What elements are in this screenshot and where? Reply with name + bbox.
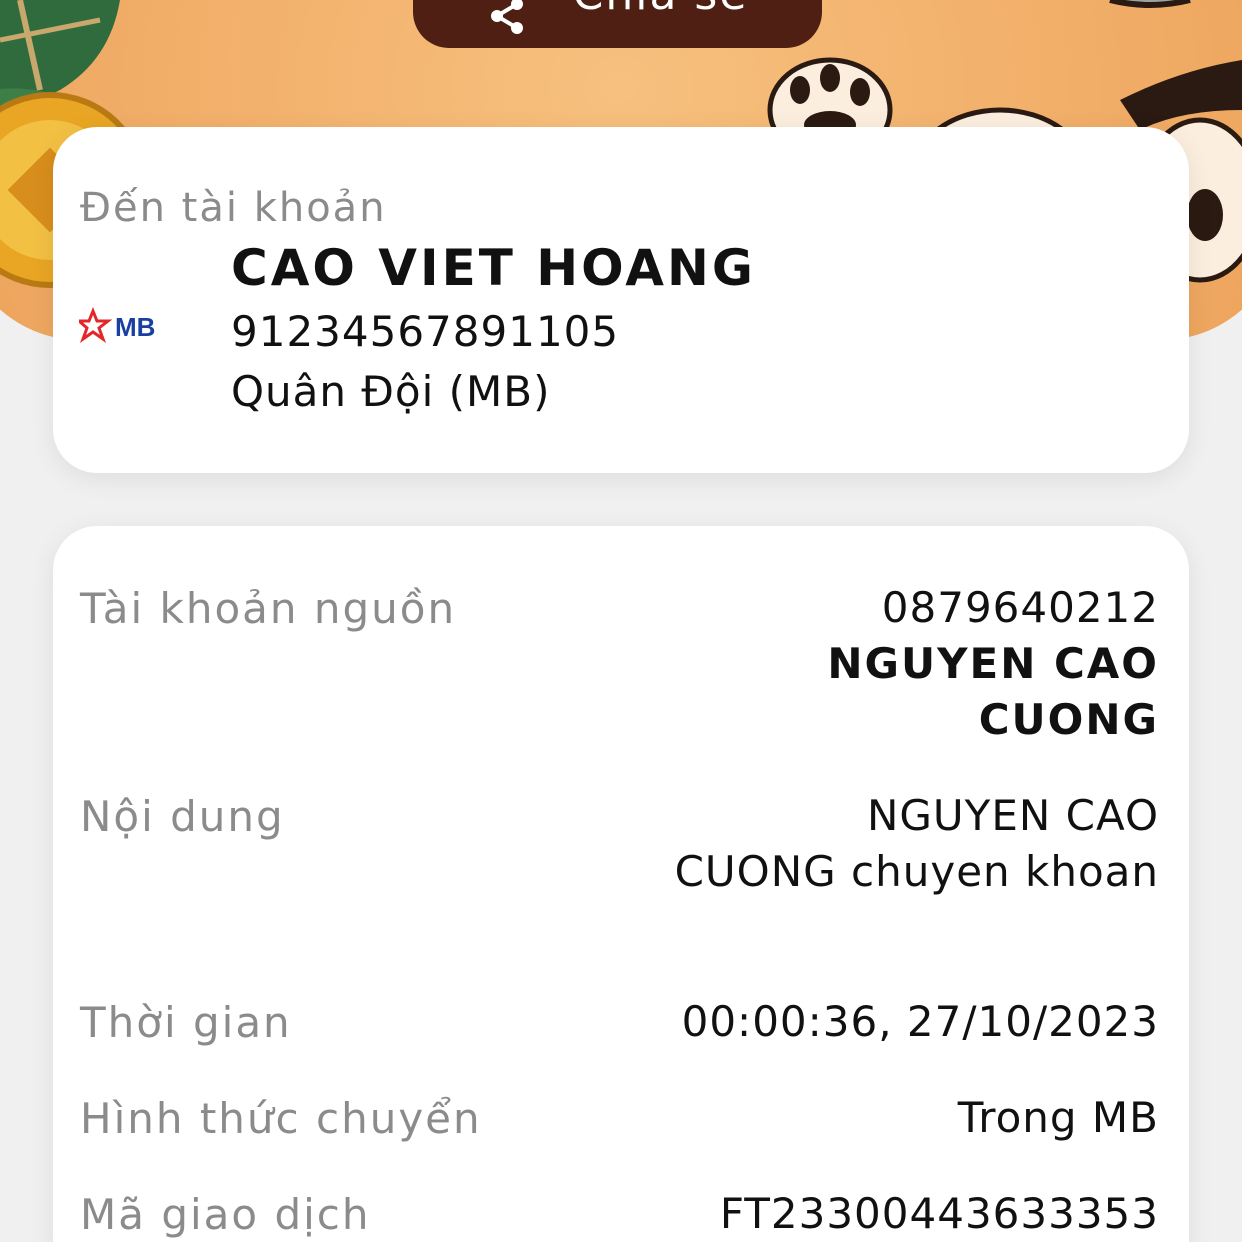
share-button[interactable]: Chia sẻ [413, 0, 822, 48]
transaction-id-value[interactable]: FT23300443633353 [720, 1186, 1159, 1242]
source-account-number: 0879640212 [881, 583, 1159, 632]
content-label: Nội dung [80, 792, 285, 841]
recipient-bank-name: Quân Đội (MB) [231, 367, 551, 416]
share-icon [487, 0, 527, 36]
share-button-label: Chia sẻ [573, 0, 749, 20]
recipient-account-number: 91234567891105 [231, 307, 620, 356]
transfer-method-label: Hình thức chuyển [80, 1094, 482, 1143]
source-account-label: Tài khoản nguồn [80, 584, 457, 633]
recipient-card: Đến tài khoản MB CAO VIET HOANG 91234567… [53, 127, 1189, 473]
recipient-section-label: Đến tài khoản [80, 185, 387, 231]
time-label: Thời gian [80, 998, 292, 1047]
source-name-line2: CUONG [978, 695, 1159, 744]
source-name-line1: NGUYEN CAO [827, 639, 1159, 688]
mb-logo-icon: MB [75, 306, 161, 347]
content-line1: NGUYEN CAO [866, 791, 1159, 840]
transaction-id-label: Mã giao dịch [80, 1190, 371, 1239]
mb-logo-text: MB [115, 312, 155, 342]
content-line2: CUONG chuyen khoan [674, 847, 1159, 896]
transfer-receipt-screen: Chia sẻ Đến tài khoản MB CAO VIET HOANG … [0, 0, 1242, 1242]
transfer-method-value: Trong MB [957, 1093, 1159, 1142]
recipient-name: CAO VIET HOANG [231, 239, 756, 297]
time-value: 00:00:36, 27/10/2023 [681, 997, 1159, 1046]
transaction-details-card: Tài khoản nguồn 0879640212 NGUYEN CAO CU… [53, 526, 1189, 1242]
